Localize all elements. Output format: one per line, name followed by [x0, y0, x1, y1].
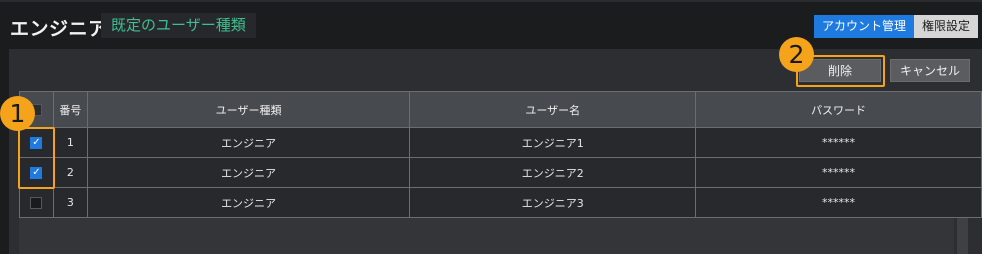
- row-password: ******: [695, 187, 982, 218]
- tab-permission-settings[interactable]: 権限設定: [913, 15, 978, 38]
- table-header-row: 番号 ユーザー種類 ユーザー名 パスワード: [19, 91, 982, 128]
- row-username: エンジニア3: [409, 187, 697, 218]
- tab-account-management[interactable]: アカウント管理: [813, 15, 914, 38]
- row-number: 3: [52, 187, 88, 218]
- cancel-button[interactable]: キャンセル: [890, 59, 970, 82]
- user-table: 番号 ユーザー種類 ユーザー名 パスワード ✓ 1 エンジニア エンジニア1 *…: [19, 91, 982, 218]
- row-username: エンジニア1: [409, 127, 697, 158]
- row-checkbox-unchecked[interactable]: [30, 197, 43, 209]
- table-row[interactable]: ✓ 2 エンジニア エンジニア2 ******: [19, 157, 982, 188]
- column-header-username: ユーザー名: [409, 91, 697, 128]
- callout-step-2: 2: [779, 37, 814, 72]
- row-user-type: エンジニア: [86, 187, 411, 218]
- checkbox-highlight: [18, 127, 55, 189]
- row-user-type: エンジニア: [86, 157, 411, 188]
- default-user-type-badge: 既定のユーザー種類: [101, 13, 256, 38]
- column-header-user-type: ユーザー種類: [86, 91, 411, 128]
- tab-bar: アカウント管理 権限設定: [813, 15, 978, 38]
- row-password: ******: [695, 127, 982, 158]
- row-number: 1: [52, 127, 88, 158]
- callout-step-1: 1: [0, 96, 35, 131]
- column-header-number: 番号: [52, 91, 88, 128]
- column-header-password: パスワード: [695, 91, 982, 128]
- page-title: エンジニア: [10, 18, 108, 40]
- table-row[interactable]: 3 エンジニア エンジニア3 ******: [19, 187, 982, 218]
- row-number: 2: [52, 157, 88, 188]
- row-user-type: エンジニア: [86, 127, 411, 158]
- row-select-cell[interactable]: [19, 187, 54, 218]
- table-row[interactable]: ✓ 1 エンジニア エンジニア1 ******: [19, 127, 982, 158]
- top-divider: [0, 0, 982, 2]
- row-password: ******: [695, 157, 982, 188]
- row-username: エンジニア2: [409, 157, 697, 188]
